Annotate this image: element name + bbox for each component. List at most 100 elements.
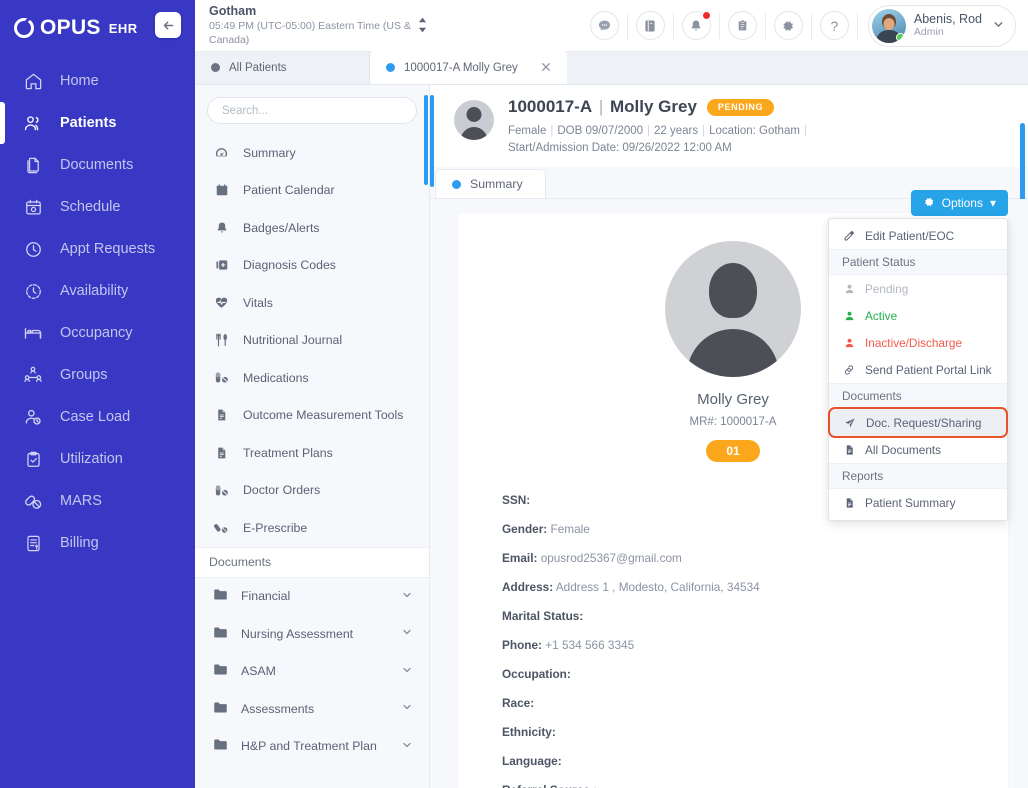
chevron-down-icon xyxy=(401,739,413,754)
sidebar-item-billing[interactable]: Billing xyxy=(0,524,195,562)
help-icon[interactable]: ? xyxy=(819,11,849,40)
sidebar-item-label: Documents xyxy=(60,157,134,173)
sidebar-item-appt-requests[interactable]: Appt Requests xyxy=(0,230,195,268)
dropdown-item-patient-summary[interactable]: Patient Summary xyxy=(829,489,1007,516)
sidebar-item-documents[interactable]: Documents xyxy=(0,146,195,184)
main-sidebar: OPUS EHR Home Patients Documents Schedul xyxy=(0,0,195,788)
documents-icon xyxy=(22,156,44,175)
dropdown-header-documents: Documents xyxy=(829,383,1007,409)
field-marital-status: Marital Status: xyxy=(502,609,584,623)
patient-mrn: 1000017-A xyxy=(508,97,593,116)
dropdown-item-doc-request-sharing[interactable]: Doc. Request/Sharing xyxy=(828,407,1008,438)
patient-menu-item-outcome-measurement-tools[interactable]: Outcome Measurement Tools xyxy=(195,397,429,435)
location-sort-icon[interactable] xyxy=(417,16,428,36)
sidebar-item-label: Case Load xyxy=(60,409,131,425)
sidebar-item-label: Availability xyxy=(60,283,129,299)
patient-menu-item-nutritional-journal[interactable]: Nutritional Journal xyxy=(195,322,429,360)
patient-main-panel: 1000017-A | Molly Grey PENDING Female | DO… xyxy=(430,85,1028,788)
billing-icon xyxy=(22,534,44,553)
patient-menu-search xyxy=(195,85,429,134)
chevron-down-icon xyxy=(992,18,1005,34)
gear-icon xyxy=(923,196,935,211)
tab-all-patients[interactable]: All Patients xyxy=(195,51,370,84)
patient-menu-folder-asam[interactable]: ASAM xyxy=(195,653,429,691)
bell-icon[interactable] xyxy=(681,11,711,40)
capsule-icon xyxy=(213,370,230,385)
dropdown-item-label: Pending xyxy=(865,281,909,296)
body-split: Summary Patient Calendar Badges/Alerts D… xyxy=(195,85,1028,788)
dropdown-item-send-patient-portal-link[interactable]: Send Patient Portal Link xyxy=(829,356,1007,383)
sidebar-item-label: MARS xyxy=(60,493,102,509)
patient-menu-item-summary[interactable]: Summary xyxy=(195,134,429,172)
patient-menu-folder-hp-and-treatment-plan[interactable]: H&P and Treatment Plan xyxy=(195,728,429,766)
sidebar-item-case-load[interactable]: Case Load xyxy=(0,398,195,436)
app-logo[interactable]: OPUS EHR xyxy=(0,0,195,56)
tab-patient-molly-grey[interactable]: 1000017-A Molly Grey xyxy=(370,51,567,84)
sidebar-item-availability[interactable]: Availability xyxy=(0,272,195,310)
chevron-down-icon xyxy=(401,664,413,679)
dropdown-item-edit-patient-eoc[interactable]: Edit Patient/EOC xyxy=(829,222,1007,249)
patient-menu-item-badges-alerts[interactable]: Badges/Alerts xyxy=(195,209,429,247)
dropdown-item-inactive-discharge[interactable]: Inactive/Discharge xyxy=(829,329,1007,356)
tab-summary[interactable]: Summary xyxy=(435,169,546,198)
patient-menu-item-label: Patient Calendar xyxy=(243,183,335,198)
folder-label: Nursing Assessment xyxy=(241,626,354,641)
main-left-scrollbar[interactable] xyxy=(430,95,434,187)
patient-menu-item-label: Doctor Orders xyxy=(243,483,321,498)
patient-menu-item-label: Vitals xyxy=(243,295,273,310)
sidebar-item-occupancy[interactable]: Occupancy xyxy=(0,314,195,352)
dropdown-item-pending[interactable]: Pending xyxy=(829,275,1007,302)
chat-icon[interactable] xyxy=(589,11,619,40)
book-icon[interactable] xyxy=(635,11,665,40)
field-phone: Phone: +1 534 566 3345 xyxy=(502,638,635,652)
patient-menu-item-label: Nutritional Journal xyxy=(243,333,343,348)
patient-tab-strip: All Patients 1000017-A Molly Grey xyxy=(195,51,1028,85)
tab-label: 1000017-A Molly Grey xyxy=(404,61,518,74)
divider xyxy=(718,12,720,39)
logo-suffix: EHR xyxy=(108,20,138,36)
patient-menu-item-doctor-orders[interactable]: Doctor Orders xyxy=(195,472,429,510)
options-button[interactable]: Options ▾ xyxy=(910,190,1008,216)
sidebar-item-home[interactable]: Home xyxy=(0,62,195,100)
patient-menu-folder-financial[interactable]: Financial xyxy=(195,578,429,616)
location-selector[interactable]: Gotham 05:49 PM (UTC-05:00) Eastern Time… xyxy=(195,4,425,47)
clipboard-icon[interactable] xyxy=(727,11,757,40)
patient-menu-folder-nursing-assessment[interactable]: Nursing Assessment xyxy=(195,615,429,653)
status-badge: PENDING xyxy=(706,98,775,116)
field-referral-source: Referral Source : xyxy=(502,776,1008,788)
sidebar-item-utilization[interactable]: Utilization xyxy=(0,440,195,478)
patient-menu-item-patient-calendar[interactable]: Patient Calendar xyxy=(195,172,429,210)
patient-menu-item-e-prescribe[interactable]: E-Prescribe xyxy=(195,509,429,547)
sidebar-item-patients[interactable]: Patients xyxy=(0,102,195,144)
tab-dot xyxy=(452,179,461,189)
user-menu[interactable]: Abenis, Rod Admin xyxy=(867,4,1016,47)
patient-menu-scrollbar[interactable] xyxy=(424,95,428,185)
patient-name-row: 1000017-A | Molly Grey PENDING xyxy=(508,97,811,117)
folder-icon xyxy=(213,701,228,717)
patient-header-avatar xyxy=(454,100,494,140)
sidebar-item-mars[interactable]: MARS xyxy=(0,482,195,520)
sidebar-item-groups[interactable]: Groups xyxy=(0,356,195,394)
search-input[interactable] xyxy=(207,97,417,124)
close-icon[interactable] xyxy=(527,60,551,75)
help-glyph: ? xyxy=(830,17,839,34)
top-bar: Gotham 05:49 PM (UTC-05:00) Eastern Time… xyxy=(195,0,1028,52)
patient-location: Location: Gotham xyxy=(709,125,800,137)
gear-icon[interactable] xyxy=(773,11,803,40)
tab-label: Summary xyxy=(470,177,523,191)
patient-menu-item-medications[interactable]: Medications xyxy=(195,359,429,397)
patient-menu-section-documents: Documents xyxy=(195,546,429,578)
field-occupation: Occupation: xyxy=(502,667,571,681)
document-icon xyxy=(213,446,230,460)
patient-menu-item-vitals[interactable]: Vitals xyxy=(195,284,429,322)
patient-menu-item-diagnosis-codes[interactable]: Diagnosis Codes xyxy=(195,247,429,285)
patient-menu-folder-assessments[interactable]: Assessments xyxy=(195,690,429,728)
sidebar-item-schedule[interactable]: Schedule xyxy=(0,188,195,226)
patient-menu-item-treatment-plans[interactable]: Treatment Plans xyxy=(195,434,429,472)
folder-label: ASAM xyxy=(241,664,276,679)
dropdown-item-active[interactable]: Active xyxy=(829,302,1007,329)
dropdown-item-all-documents[interactable]: All Documents xyxy=(829,436,1007,463)
sidebar-collapse-button[interactable] xyxy=(155,12,181,38)
dropdown-header-reports: Reports xyxy=(829,463,1007,489)
notification-badge xyxy=(701,11,711,20)
